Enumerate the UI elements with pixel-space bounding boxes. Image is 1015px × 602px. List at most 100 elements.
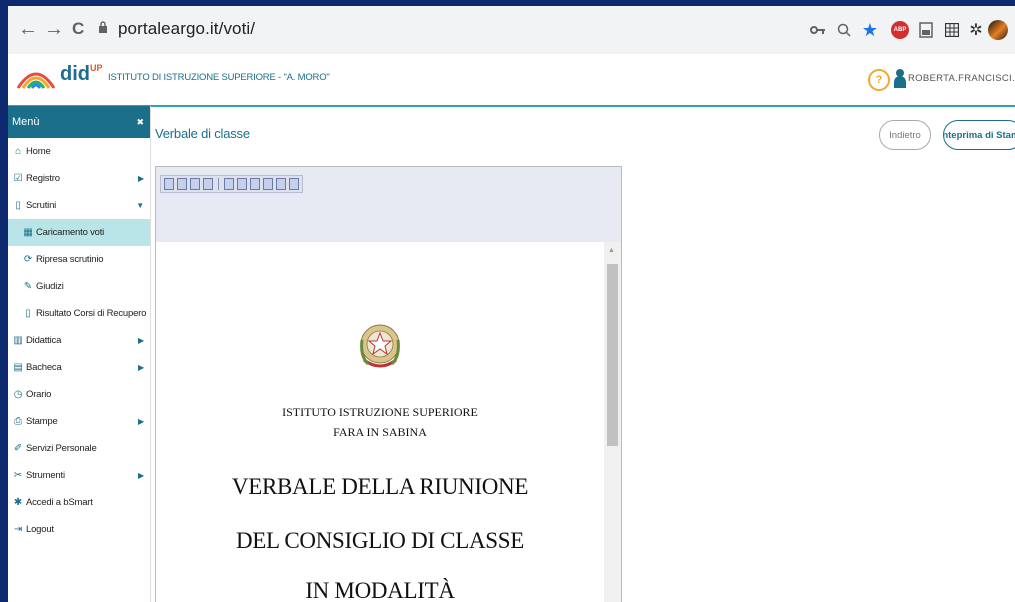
sidebar-item-label: Logout [26, 524, 54, 535]
paragraph-icon[interactable] [263, 178, 273, 190]
chevron-right-icon: ▶ [138, 174, 144, 183]
sidebar-item-label: Accedi a bSmart [26, 497, 93, 508]
refresh-icon: ⟳ [23, 254, 33, 265]
special-char-icon[interactable] [250, 178, 260, 190]
zoom-icon[interactable] [832, 18, 856, 42]
chevron-right-icon: ▶ [138, 417, 144, 426]
puzzle-icon[interactable]: ✲ [964, 18, 988, 42]
sidebar-item-stampe[interactable]: ⎙ Stampe ▶ [8, 408, 150, 435]
sidebar-item-orario[interactable]: ◷ Orario [8, 381, 150, 408]
reload-icon[interactable]: C [72, 18, 84, 40]
browser-window: ← → C portaleargo.it/voti/ ★ ABP ✲ didUP… [8, 6, 1015, 602]
line-break-icon[interactable] [289, 178, 299, 190]
italian-emblem-icon [360, 324, 400, 368]
sidebar-item-label: Registro [26, 173, 60, 184]
sidebar-menu: Menù ✖ ⌂ Home ☑ Registro ▶ ▯ Scrutini ▼ … [8, 106, 151, 602]
sidebar-item-risultato-corsi[interactable]: ▯ Risultato Corsi di Recupero [8, 300, 150, 327]
document-icon: ▯ [15, 200, 21, 211]
save-icon[interactable] [164, 178, 174, 190]
sidebar-item-bsmart[interactable]: ✱ Accedi a bSmart [8, 489, 150, 516]
home-icon: ⌂ [15, 146, 21, 157]
sidebar-item-label: Orario [26, 389, 52, 400]
lock-icon [99, 21, 107, 33]
find-icon[interactable] [177, 178, 187, 190]
back-icon[interactable]: ← [18, 18, 38, 40]
menu-header: Menù ✖ [8, 106, 150, 138]
sidebar-item-strumenti[interactable]: ✂ Strumenti ▶ [8, 462, 150, 489]
sidebar-item-registro[interactable]: ☑ Registro ▶ [8, 165, 150, 192]
sidebar-item-label: Giudizi [36, 281, 64, 292]
sidebar-item-scrutini[interactable]: ▯ Scrutini ▼ [8, 192, 150, 219]
printer-icon: ⎙ [14, 416, 22, 427]
browser-toolbar: ← → C portaleargo.it/voti/ ★ ABP ✲ [8, 6, 1015, 55]
undo-icon[interactable] [190, 178, 200, 190]
back-button[interactable]: Indietro [879, 120, 931, 150]
board-icon: ▤ [13, 362, 23, 373]
sidebar-item-logout[interactable]: ⇥ Logout [8, 516, 150, 543]
document-icon: ▯ [25, 308, 31, 319]
didup-logo-icon [16, 72, 56, 89]
username[interactable]: ROBERTA.FRANCISCI.SG174 [908, 73, 1015, 84]
help-icon[interactable]: ? [868, 69, 890, 91]
document-heading: VERBALE DELLA RIUNIONE [231, 474, 529, 499]
bsmart-icon: ✱ [13, 497, 23, 508]
sidebar-item-label: Risultato Corsi di Recupero [36, 308, 147, 319]
document-scrollbar[interactable]: ▲ [604, 242, 621, 602]
sidebar-item-label: Caricamento voti [36, 227, 105, 238]
main-content: Verbale di classe Indietro Anteprima di … [150, 106, 1015, 602]
document-editor: ISTITUTO ISTRUZIONE SUPERIORE FARA IN SA… [155, 166, 622, 602]
checkbox-icon: ☑ [13, 173, 23, 184]
document-heading: IN MODALITÀ [305, 578, 455, 602]
sidebar-item-caricamento-voti[interactable]: ▦ Caricamento voti [8, 219, 150, 246]
menu-title: Menù [12, 116, 40, 128]
sidebar-item-ripresa-scrutinio[interactable]: ⟳ Ripresa scrutinio [8, 246, 150, 273]
edit-icon: ✎ [23, 281, 33, 292]
app-header: didUP ISTITUTO DI ISTRUZIONE SUPERIORE -… [8, 54, 1015, 107]
scroll-up-icon[interactable]: ▲ [608, 247, 615, 254]
print-preview-button[interactable]: Anteprima di Stampa [943, 120, 1015, 150]
sidebar-item-label: Bacheca [26, 362, 62, 373]
profile-icon[interactable] [986, 18, 1010, 42]
sidebar-item-label: Scrutini [26, 200, 57, 211]
sidebar-item-bacheca[interactable]: ▤ Bacheca ▶ [8, 354, 150, 381]
extension-icon[interactable] [914, 18, 938, 42]
chevron-right-icon: ▶ [138, 363, 144, 372]
sidebar-item-servizi-personale[interactable]: ✐ Servizi Personale [8, 435, 150, 462]
user-icon [894, 69, 906, 88]
editor-toolbar [160, 175, 303, 193]
sidebar-item-label: Servizi Personale [26, 443, 97, 454]
url-bar[interactable]: portaleargo.it/voti/ [118, 19, 255, 39]
sidebar-item-giudizi[interactable]: ✎ Giudizi [8, 273, 150, 300]
redo-icon[interactable] [203, 178, 213, 190]
star-icon[interactable]: ★ [858, 18, 882, 42]
scrollbar-thumb[interactable] [607, 264, 618, 446]
page-title: Verbale di classe [155, 126, 250, 141]
document-page[interactable]: ISTITUTO ISTRUZIONE SUPERIORE FARA IN SA… [156, 242, 604, 602]
book-icon: ▥ [13, 335, 23, 346]
grid-icon[interactable] [940, 18, 964, 42]
sidebar-item-label: Ripresa scrutinio [36, 254, 104, 265]
pen-icon: ✐ [13, 443, 23, 454]
table-icon[interactable] [224, 178, 234, 190]
sidebar-item-didattica[interactable]: ▥ Didattica ▶ [8, 327, 150, 354]
key-icon[interactable] [806, 18, 830, 42]
forward-icon[interactable]: → [44, 18, 64, 40]
sidebar-item-home[interactable]: ⌂ Home [8, 138, 150, 165]
school-name: ISTITUTO DI ISTRUZIONE SUPERIORE - "A. M… [108, 72, 330, 83]
adblock-icon[interactable]: ABP [888, 18, 912, 42]
horizontal-rule-icon[interactable] [237, 178, 247, 190]
sidebar-item-label: Strumenti [26, 470, 65, 481]
sidebar-item-label: Didattica [26, 335, 62, 346]
grid-icon: ▦ [23, 227, 33, 238]
sidebar-item-label: Stampe [26, 416, 58, 427]
chevron-down-icon: ▼ [136, 201, 144, 210]
close-icon[interactable]: ✖ [136, 117, 144, 128]
clock-icon: ◷ [13, 389, 23, 400]
tools-icon: ✂ [13, 470, 23, 481]
chevron-right-icon: ▶ [138, 471, 144, 480]
sidebar-item-label: Home [26, 146, 51, 157]
logout-icon: ⇥ [13, 524, 23, 535]
chevron-right-icon: ▶ [138, 336, 144, 345]
brand-logo[interactable]: didUP [60, 63, 103, 86]
page-break-icon[interactable] [276, 178, 286, 190]
